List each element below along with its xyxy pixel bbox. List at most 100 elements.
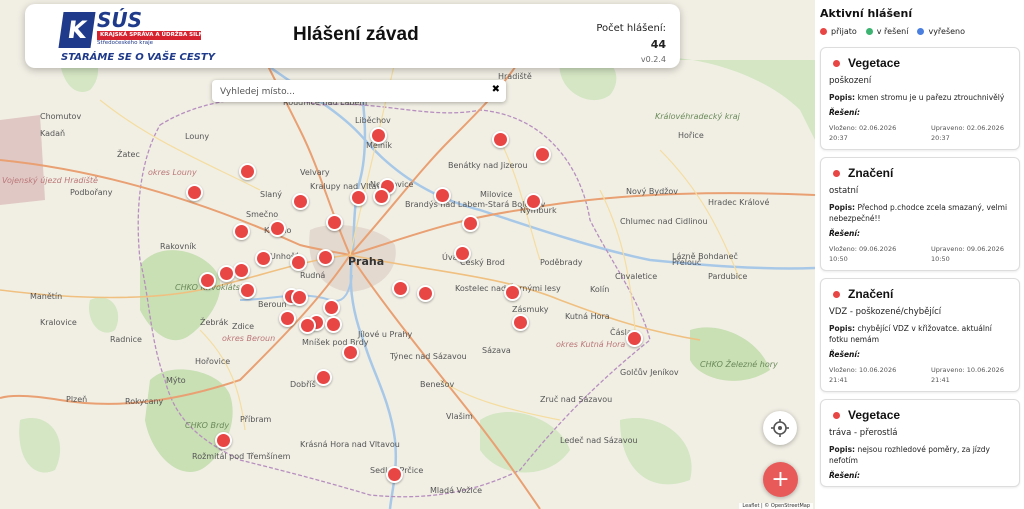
report-marker[interactable] [215, 432, 232, 449]
map-place-label: Praha [348, 255, 385, 268]
report-marker[interactable] [218, 265, 235, 282]
report-marker[interactable] [342, 344, 359, 361]
map-place-label: Liběchov [355, 116, 391, 125]
map[interactable]: LitoměřiceMladá BoleslavJičínHradištěRou… [0, 0, 815, 509]
report-marker[interactable] [626, 330, 643, 347]
report-marker[interactable] [325, 316, 342, 333]
map-place-label: Hradec Králové [708, 198, 770, 207]
report-card[interactable]: Značení ostatní Popis: Přechod p.chodce zc… [820, 157, 1020, 271]
map-place-label: Louny [185, 132, 210, 141]
created-date: Vloženo: 10.06.2026 21:41 [829, 366, 897, 384]
map-place-label: Rokycany [125, 397, 164, 406]
report-marker[interactable] [534, 146, 551, 163]
report-marker[interactable] [454, 245, 471, 262]
report-subtitle: ostatní [829, 186, 859, 196]
map-attribution[interactable]: Leaflet | © OpenStreetMap [739, 503, 813, 509]
report-marker[interactable] [512, 314, 529, 331]
report-marker[interactable] [233, 262, 250, 279]
report-marker[interactable] [279, 310, 296, 327]
add-report-button[interactable]: + [763, 462, 798, 497]
report-marker[interactable] [233, 223, 250, 240]
map-place-label: Mníšek pod Brdy [302, 338, 369, 347]
report-subtitle: poškození [829, 76, 872, 86]
report-marker[interactable] [269, 220, 286, 237]
report-list[interactable]: Vegetace poškození Popis: kmen stromu je u… [820, 47, 1022, 494]
report-description: Popis: chybějící VDZ v křižovatce. aktuá… [829, 323, 1011, 345]
report-dates: Vloženo: 02.06.2026 20:37 Upraveno: 02.06… [829, 123, 1011, 143]
map-place-label: Kralovice [40, 318, 77, 327]
report-marker[interactable] [292, 193, 309, 210]
report-card[interactable]: Vegetace tráva - přerostlá Popis: nejsou r… [820, 399, 1020, 487]
report-marker[interactable] [504, 284, 521, 301]
map-place-label: Slaný [260, 190, 283, 199]
description-label: Popis: [829, 93, 856, 102]
report-card[interactable]: Značení VDZ - poškozené/chybějící Popis: c… [820, 278, 1020, 392]
report-description: Popis: Přechod p.chodce zcela smazaný, v… [829, 202, 1011, 224]
report-description: Popis: nejsou rozhledové poměry, za jízd… [829, 444, 1011, 466]
map-place-label: Lázně Bohdaneč [672, 252, 738, 261]
map-place-label: Rožmitál pod Třemšínem [192, 452, 291, 461]
report-marker[interactable] [492, 131, 509, 148]
map-place-label: Benátky nad Jizerou [448, 161, 528, 170]
report-marker[interactable] [326, 214, 343, 231]
report-marker[interactable] [462, 215, 479, 232]
description-label: Popis: [829, 324, 856, 333]
search-input[interactable] [218, 80, 492, 104]
report-marker[interactable] [317, 249, 334, 266]
locate-button[interactable] [763, 411, 797, 445]
report-marker[interactable] [239, 163, 256, 180]
report-marker[interactable] [323, 299, 340, 316]
report-marker[interactable] [255, 250, 272, 267]
description-label: Popis: [829, 203, 856, 212]
map-place-label: Milovice [480, 190, 513, 199]
map-place-label: Krásná Hora nad Vltavou [300, 440, 400, 449]
report-marker[interactable] [386, 466, 403, 483]
status-dot-icon [833, 169, 840, 177]
map-place-label: Radnice [110, 335, 142, 344]
header-card: K SÚS KRAJSKÁ SPRÁVA A ÚDRŽBA SILNIC Stř… [25, 4, 680, 68]
map-place-label: Hořice [678, 131, 704, 140]
report-marker[interactable] [373, 188, 390, 205]
report-marker[interactable] [370, 127, 387, 144]
resolution-label: Řešení: [829, 229, 860, 238]
map-place-label: Kolín [590, 285, 610, 294]
map-place-label: CHKO Železné hory [700, 360, 778, 369]
report-marker[interactable] [239, 282, 256, 299]
map-place-label: Vojenský újezd Hradiště [2, 176, 98, 185]
resolution-label: Řešení: [829, 108, 860, 117]
report-title: Značení [848, 287, 894, 301]
report-count-label: Počet hlášení: [596, 23, 666, 34]
report-marker[interactable] [392, 280, 409, 297]
report-marker[interactable] [199, 272, 216, 289]
report-marker[interactable] [350, 189, 367, 206]
map-place-label: Sázava [482, 346, 511, 355]
status-legend: přijato v řešení vyřešeno [820, 27, 965, 36]
map-place-label: Beroun [258, 300, 287, 309]
status-dot-icon [833, 411, 840, 419]
status-dot-icon [917, 28, 925, 35]
report-marker[interactable] [525, 193, 542, 210]
map-place-label: Zásmuky [512, 305, 549, 314]
logo-stripe: KRAJSKÁ SPRÁVA A ÚDRŽBA SILNIC [97, 31, 201, 40]
report-marker[interactable] [315, 369, 332, 386]
legend-item: přijato [820, 27, 857, 36]
map-place-label: Poděbrady [540, 258, 583, 267]
report-marker[interactable] [299, 317, 316, 334]
map-place-label: Žebrák [200, 318, 229, 327]
updated-date: Upraveno: 10.06.2026 21:41 [931, 366, 1004, 384]
report-title: Značení [848, 166, 894, 180]
report-marker[interactable] [434, 187, 451, 204]
created-date: Vloženo: 02.06.2026 20:37 [829, 124, 897, 142]
map-place-label: Golčův Jeníkov [620, 368, 679, 377]
map-place-label: Hořovice [195, 357, 231, 366]
map-place-label: Chlumec nad Cidlinou [620, 217, 708, 226]
close-icon[interactable]: ✖ [492, 84, 500, 95]
status-dot-icon [820, 28, 827, 35]
report-marker[interactable] [417, 285, 434, 302]
report-card-header: Vegetace [829, 56, 1011, 70]
report-marker[interactable] [186, 184, 203, 201]
report-description: Popis: kmen stromu je u pařezu ztrouchni… [829, 92, 1011, 103]
report-card[interactable]: Vegetace poškození Popis: kmen stromu je u… [820, 47, 1020, 150]
report-marker[interactable] [290, 254, 307, 271]
report-marker[interactable] [291, 289, 308, 306]
